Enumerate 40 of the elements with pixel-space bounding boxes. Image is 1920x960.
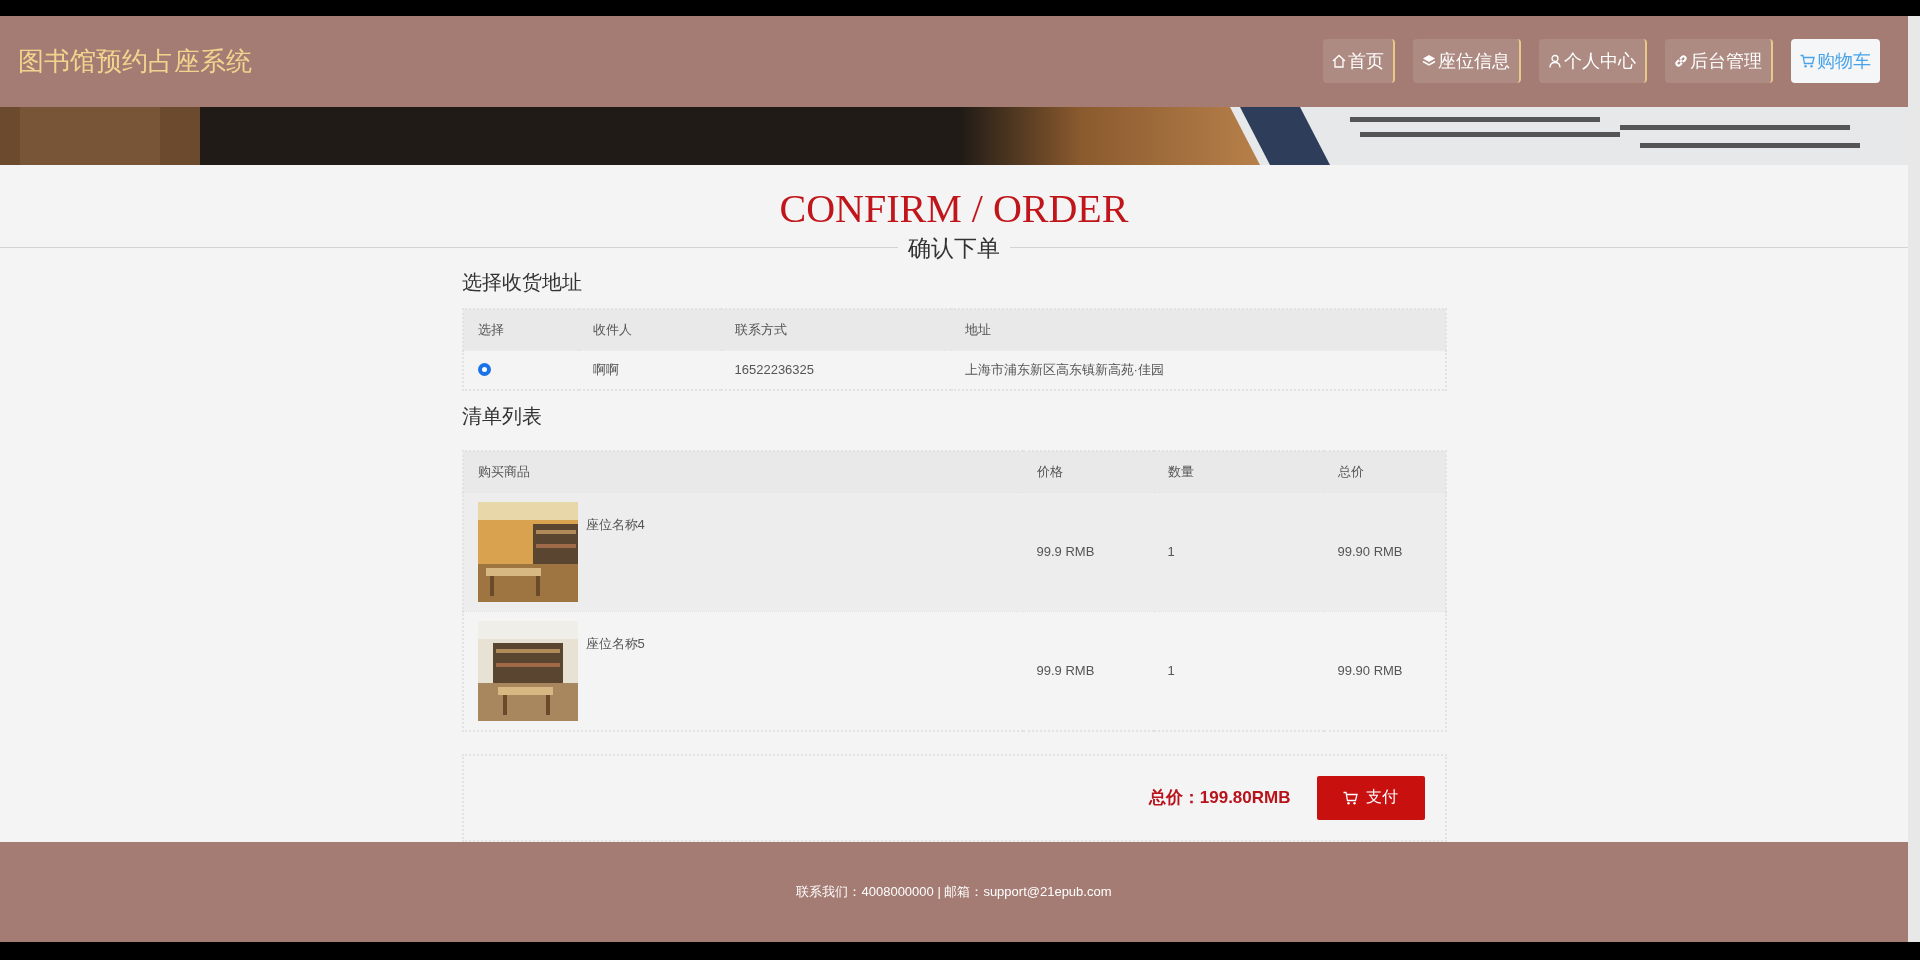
nav-button[interactable]: 座位信息 (1413, 39, 1521, 84)
table-cell: 99.9 RMB (1036, 544, 1095, 560)
footer-text: 联系我们：4008000000 | 邮箱：support@21epub.com (796, 882, 1112, 901)
radio-button[interactable] (477, 363, 491, 377)
home-icon (1332, 54, 1346, 69)
page-subtitle: 确认下单 (898, 234, 1010, 261)
section-title: 清单列表 (461, 403, 543, 429)
column-header: 收件人 (578, 308, 721, 351)
column-header: 数量 (1153, 450, 1324, 493)
table-cell: 啊啊 (592, 361, 619, 377)
product-name: 座位名称4 (585, 515, 645, 534)
table-cell: 1 (1167, 544, 1175, 560)
column-header: 购买商品 (462, 450, 1023, 493)
pay-button[interactable]: 支付 (1316, 775, 1425, 820)
nav-button[interactable]: 首页 (1323, 39, 1395, 84)
table-cell: 1 (1167, 663, 1175, 679)
column-header: 选择 (462, 308, 579, 351)
table-cell: 99.90 RMB (1337, 544, 1403, 560)
table-cell: 16522236325 (734, 362, 815, 378)
scrollbar[interactable] (1908, 16, 1920, 942)
link-icon (1674, 54, 1688, 69)
product-name: 座位名称5 (585, 634, 645, 653)
cart-icon (1800, 54, 1815, 69)
column-header: 地址 (950, 308, 1446, 351)
page-title: CONFIRM / ORDER (778, 186, 1130, 231)
table-cell: 上海市浦东新区高东镇新高苑·佳园 (964, 361, 1164, 377)
cart-icon (1343, 790, 1358, 805)
nav-button[interactable]: 购物车 (1791, 39, 1880, 84)
nav-button[interactable]: 后台管理 (1665, 39, 1773, 84)
total-price: 总价：199.80RMB (1148, 787, 1291, 810)
person-icon (1548, 54, 1562, 69)
nav-button[interactable]: 个人中心 (1539, 39, 1647, 84)
column-header: 价格 (1022, 450, 1154, 493)
column-header: 联系方式 (720, 308, 951, 351)
site-title: 图书馆预约占座系统 (18, 44, 252, 78)
layers-icon (1422, 54, 1436, 69)
table-cell: 99.90 RMB (1337, 663, 1403, 679)
section-title: 选择收货地址 (461, 269, 583, 295)
table-cell: 99.9 RMB (1036, 663, 1095, 679)
column-header: 总价 (1323, 450, 1446, 493)
